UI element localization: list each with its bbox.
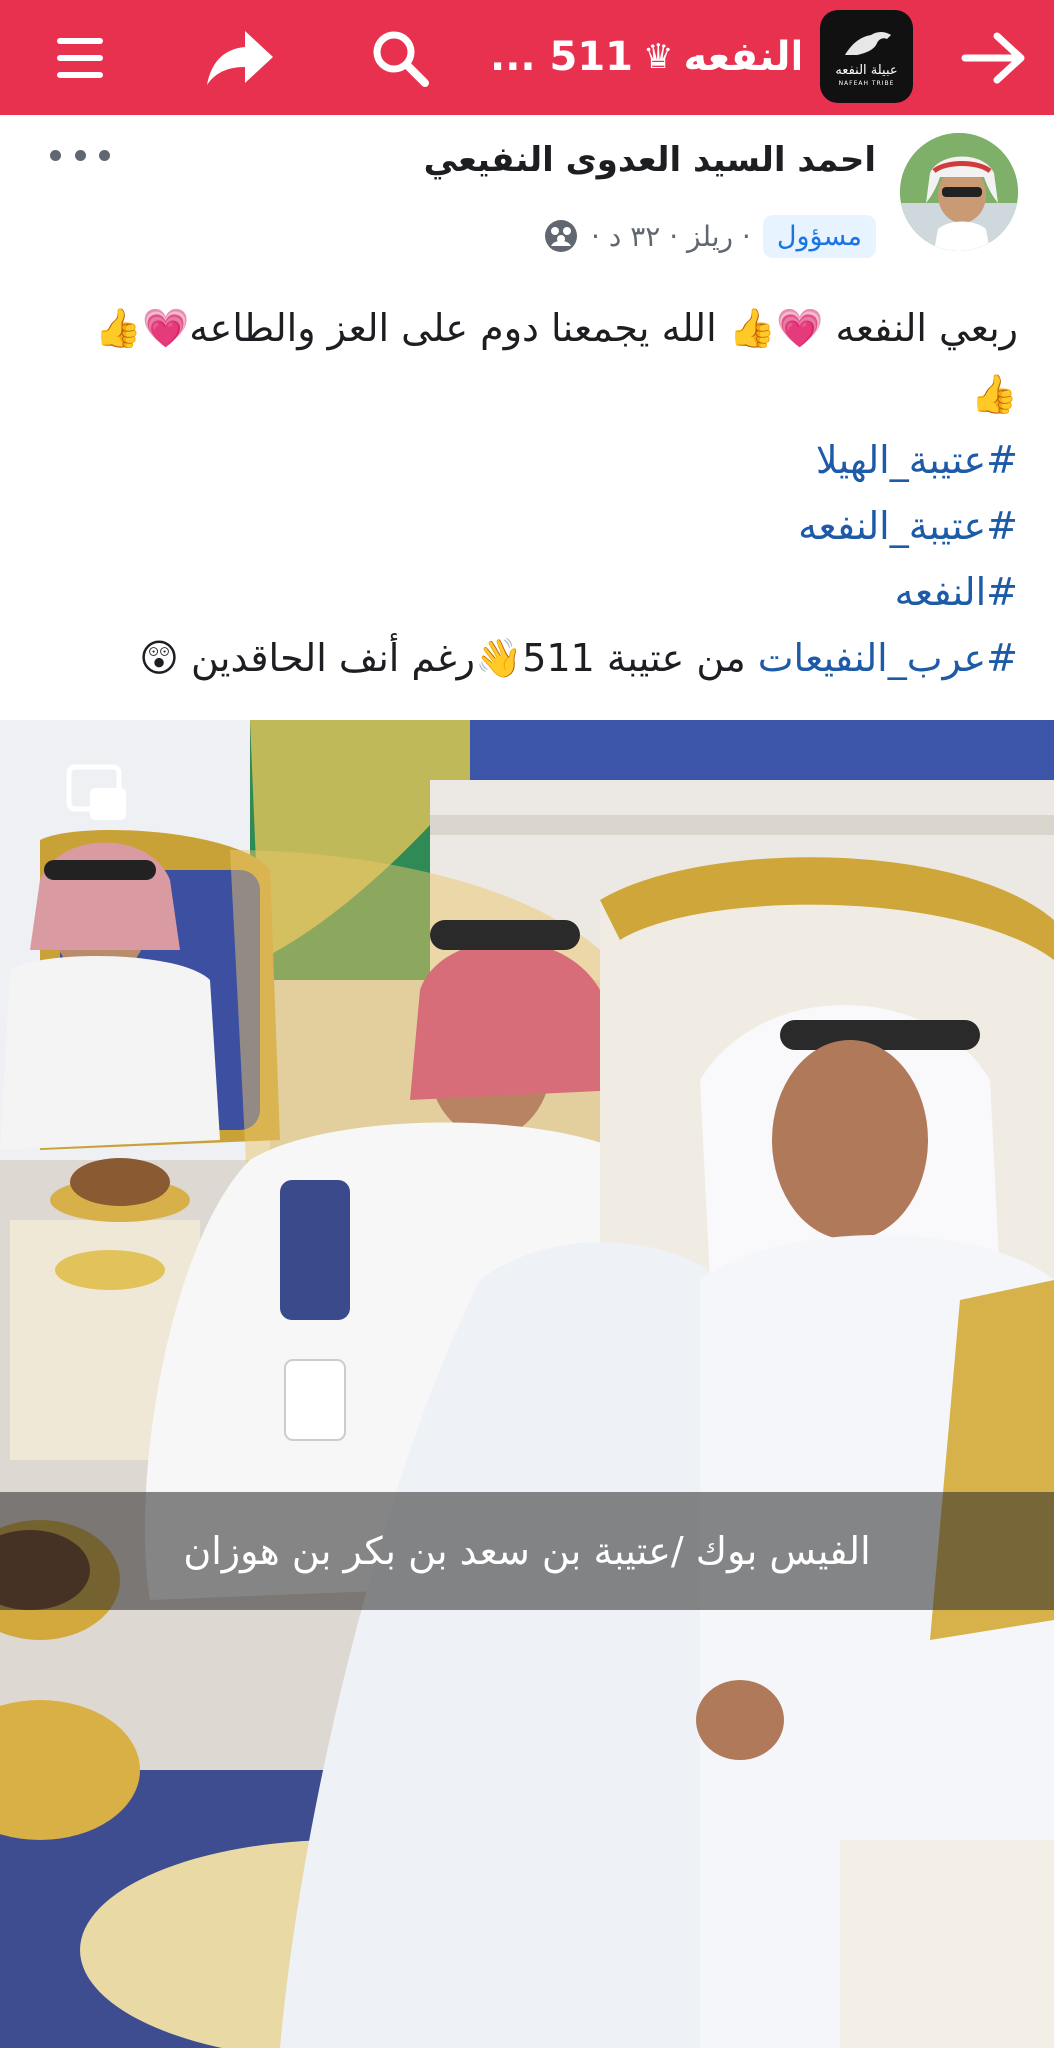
author-avatar[interactable] xyxy=(900,133,1018,251)
video-player[interactable]: الفيس بوك /عتيبة بن سعد بن بكر بن هوزان xyxy=(0,720,1054,2048)
avatar-image xyxy=(900,133,1018,251)
post-line: ربعي النفعه 💗👍 الله يجمعنا دوم على العز … xyxy=(94,306,1018,350)
page-title[interactable]: النفعه ♛ 511 ... xyxy=(490,22,800,92)
author-name[interactable]: احمد السيد العدوى النفيعي xyxy=(276,140,876,180)
page-title-suffix: 511 ... xyxy=(490,34,634,80)
group-audience-icon xyxy=(545,220,578,252)
menu-button[interactable] xyxy=(40,0,120,115)
page-logo[interactable]: عبيلة النفعه NAFEAH TRIBE xyxy=(820,10,913,103)
hashtag-link[interactable]: #عرب_النفيعات xyxy=(758,636,1018,680)
search-icon xyxy=(373,31,429,87)
post-line: #النفعه xyxy=(28,559,1018,625)
post-line: #عتيبة_النفعه xyxy=(28,493,1018,559)
logo-text: عبيلة النفعه xyxy=(835,62,898,78)
back-arrow-icon xyxy=(961,32,1025,83)
page-title-name: النفعه xyxy=(683,34,801,80)
post-more-button[interactable] xyxy=(50,140,110,170)
video-caption: الفيس بوك /عتيبة بن سعد بن بكر بن هوزان xyxy=(183,1529,871,1573)
horse-logo-icon xyxy=(844,31,891,55)
post-line-text: من عتيبة 511👋رغم أنف الحاقدين 😲 xyxy=(139,636,758,680)
post-line: #عرب_النفيعات من عتيبة 511👋رغم أنف الحاق… xyxy=(28,625,1018,691)
top-app-bar: النفعه ♛ 511 ... عبيلة النفعه NAFEAH TRI… xyxy=(0,0,1054,115)
video-caption-band: الفيس بوك /عتيبة بن سعد بن بكر بن هوزان xyxy=(0,1492,1054,1610)
menu-icon xyxy=(57,37,103,78)
post-text: ربعي النفعه 💗👍 الله يجمعنا دوم على العز … xyxy=(28,295,1018,691)
share-button[interactable] xyxy=(190,0,290,115)
picture-in-picture-icon[interactable] xyxy=(66,764,128,822)
post-meta-text: · ريلز · ٣٢ د · xyxy=(591,219,751,253)
admin-badge: مسؤول xyxy=(762,214,876,258)
logo-subtext: NAFEAH TRIBE xyxy=(838,79,895,87)
search-button[interactable] xyxy=(355,0,445,115)
back-button[interactable] xyxy=(948,0,1038,115)
share-icon xyxy=(207,30,273,85)
post-line: 👍 xyxy=(970,372,1018,416)
more-dot-icon xyxy=(99,149,110,161)
hashtag-link[interactable]: #النفعه xyxy=(895,570,1018,614)
more-dot-icon xyxy=(50,149,61,161)
hashtag-link[interactable]: #عتيبة_النفعه xyxy=(798,504,1018,548)
hashtag-link[interactable]: #عتيبة_الهيلا xyxy=(816,438,1018,482)
video-frame xyxy=(0,720,1054,2048)
post-line: #عتيبة_الهيلا xyxy=(28,427,1018,493)
crown-icon: ♛ xyxy=(643,37,674,77)
more-dot-icon xyxy=(74,149,86,161)
post-meta: مسؤول · ريلز · ٣٢ د · xyxy=(543,208,876,264)
